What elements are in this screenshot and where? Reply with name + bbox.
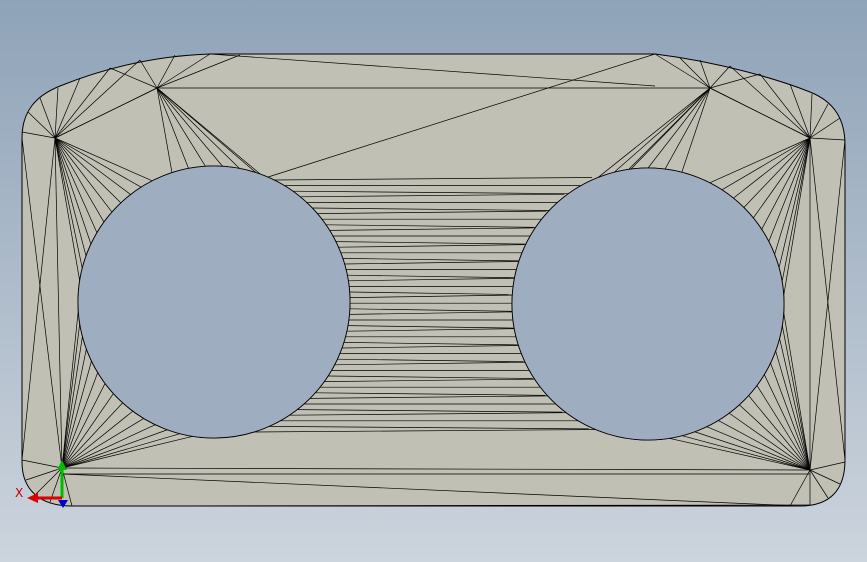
model-canvas[interactable]: X xyxy=(0,0,867,562)
x-axis-label: X xyxy=(15,486,23,500)
cad-graphics-viewport[interactable]: X xyxy=(0,0,867,562)
left-hole xyxy=(77,165,351,439)
right-hole xyxy=(511,167,785,441)
